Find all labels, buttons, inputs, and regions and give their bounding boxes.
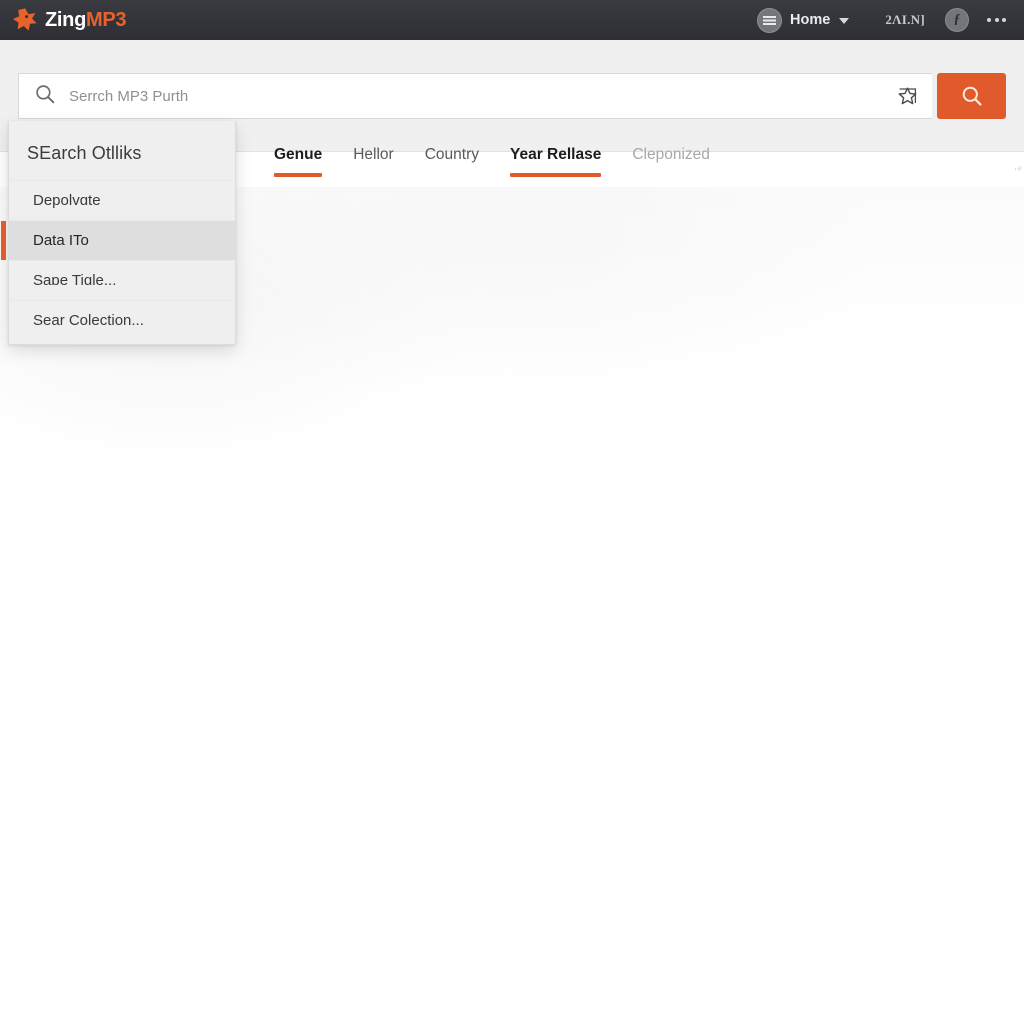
- star-bookmark-icon[interactable]: [892, 81, 922, 111]
- header-garbled-label: 2ΛΙ.N]: [885, 12, 925, 27]
- dropdown-item-data-ito[interactable]: Data ITo: [1, 220, 235, 260]
- brand-text: ZingMP3: [45, 9, 127, 31]
- brand-text-zing: Zing: [45, 9, 87, 31]
- tab-hellor-label: Hellor: [353, 146, 394, 163]
- tab-cleponized-label: Cleponized: [632, 146, 710, 163]
- tab-active-underline: [274, 172, 323, 177]
- dropdown-item-sear-colection[interactable]: Sear Colection...: [9, 300, 235, 340]
- dropdown-item-label: Data ITo: [33, 232, 89, 249]
- tab-country-label: Country: [424, 146, 479, 163]
- dot-3: [1002, 18, 1006, 22]
- header-actions: Home 2ΛΙ.N] ƒ: [753, 4, 1010, 37]
- search-icon: [35, 84, 55, 109]
- search-submit-button[interactable]: [937, 73, 1006, 119]
- hamburger-circle-icon: [757, 7, 783, 33]
- tab-year-rellase[interactable]: Year Rellase: [510, 131, 602, 177]
- info-circle-icon[interactable]: ƒ: [945, 8, 969, 32]
- tab-year-rellase-label: Year Rellase: [510, 146, 602, 163]
- dropdown-title: SEarch Otlliks: [27, 143, 142, 163]
- dropdown-item-label: Saɒe Tiɑle...: [33, 272, 117, 289]
- brand-logo[interactable]: ZingMP3: [12, 7, 127, 33]
- dot-2: [994, 18, 999, 22]
- tab-genue-label: Genue: [274, 146, 323, 163]
- brand-text-mp3: MP3: [86, 9, 127, 31]
- app-header: ZingMP3 Home 2ΛΙ.N] ƒ: [0, 0, 1024, 40]
- tab-country[interactable]: Country: [425, 131, 479, 163]
- tab-cleponized[interactable]: Cleponized: [632, 131, 710, 163]
- dropdown-item-depolvate[interactable]: Depolvɑte: [9, 180, 235, 220]
- info-glyph: ƒ: [953, 12, 961, 27]
- dropdown-item-label: Sear Colection...: [33, 312, 144, 329]
- tab-genue[interactable]: Genue: [274, 131, 323, 177]
- search-options-dropdown: SEarch Otlliks Depolvɑte Data ITo Saɒe T…: [1, 121, 236, 345]
- search-input[interactable]: [69, 74, 892, 118]
- more-options-icon[interactable]: [969, 10, 1010, 30]
- dropdown-item-label: Depolvɑte: [33, 192, 101, 209]
- search-row: [18, 73, 1006, 119]
- home-menu-button[interactable]: Home: [753, 4, 859, 37]
- dropdown-item-saoe-tiale[interactable]: Saɒe Tiɑle...: [9, 260, 235, 300]
- dot-1: [987, 18, 991, 22]
- search-field-wrapper[interactable]: [18, 73, 932, 119]
- chevron-down-icon: [839, 18, 850, 24]
- home-label: Home: [790, 11, 831, 28]
- tab-active-underline: [510, 172, 602, 177]
- tab-hellor[interactable]: Hellor: [353, 131, 393, 163]
- star-icon: [12, 7, 38, 33]
